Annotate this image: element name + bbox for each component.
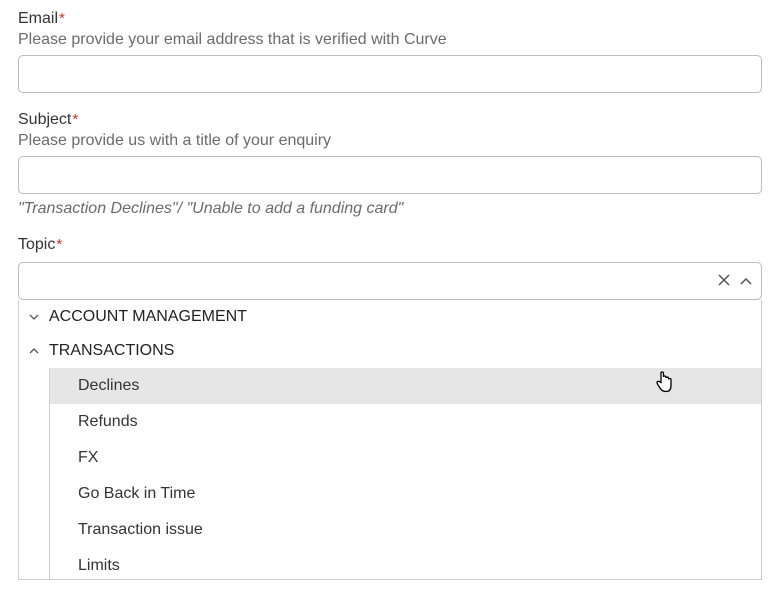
topic-group: Topic* ACCOUNT MANAGEMENT TRANSACTIONS xyxy=(18,236,762,580)
email-required: * xyxy=(59,10,65,27)
subject-group: Subject* Please provide us with a title … xyxy=(18,111,762,218)
option-refunds[interactable]: Refunds xyxy=(50,404,761,440)
email-input[interactable] xyxy=(18,55,762,93)
group-transactions[interactable]: TRANSACTIONS xyxy=(19,334,761,368)
group-label-account-management: ACCOUNT MANAGEMENT xyxy=(49,308,247,326)
option-fx[interactable]: FX xyxy=(50,440,761,476)
option-declines[interactable]: Declines xyxy=(50,368,761,404)
option-transaction-issue[interactable]: Transaction issue xyxy=(50,512,761,548)
option-label: Transaction issue xyxy=(78,521,203,538)
pointer-cursor-icon xyxy=(653,371,675,402)
group-account-management[interactable]: ACCOUNT MANAGEMENT xyxy=(19,300,761,334)
chevron-up-icon[interactable] xyxy=(740,274,752,288)
subject-required: * xyxy=(72,111,78,128)
subject-helper: Please provide us with a title of your e… xyxy=(18,132,762,150)
email-group: Email* Please provide your email address… xyxy=(18,10,762,93)
email-label: Email xyxy=(18,10,58,28)
chevron-down-icon xyxy=(25,314,43,321)
subject-label: Subject xyxy=(18,111,71,129)
topic-required: * xyxy=(56,236,62,253)
option-label: Refunds xyxy=(78,413,138,430)
group-label-transactions: TRANSACTIONS xyxy=(49,342,174,360)
topic-select-controls xyxy=(718,274,752,288)
option-label: FX xyxy=(78,449,98,466)
option-label: Declines xyxy=(78,377,139,394)
transactions-options: Declines Refunds FX Go Back in Time Tran… xyxy=(49,368,761,580)
option-label: Go Back in Time xyxy=(78,485,195,502)
chevron-up-icon xyxy=(25,348,43,355)
option-go-back-in-time[interactable]: Go Back in Time xyxy=(50,476,761,512)
topic-label: Topic xyxy=(18,236,55,254)
subject-example: "Transaction Declines"/ "Unable to add a… xyxy=(18,200,762,218)
topic-select[interactable] xyxy=(18,262,762,300)
option-limits[interactable]: Limits xyxy=(50,548,761,580)
topic-dropdown[interactable]: ACCOUNT MANAGEMENT TRANSACTIONS Declines… xyxy=(18,300,762,580)
subject-input[interactable] xyxy=(18,156,762,194)
topic-select-wrapper xyxy=(18,262,762,300)
email-helper: Please provide your email address that i… xyxy=(18,31,762,49)
option-label: Limits xyxy=(78,557,120,574)
clear-icon[interactable] xyxy=(718,274,730,288)
